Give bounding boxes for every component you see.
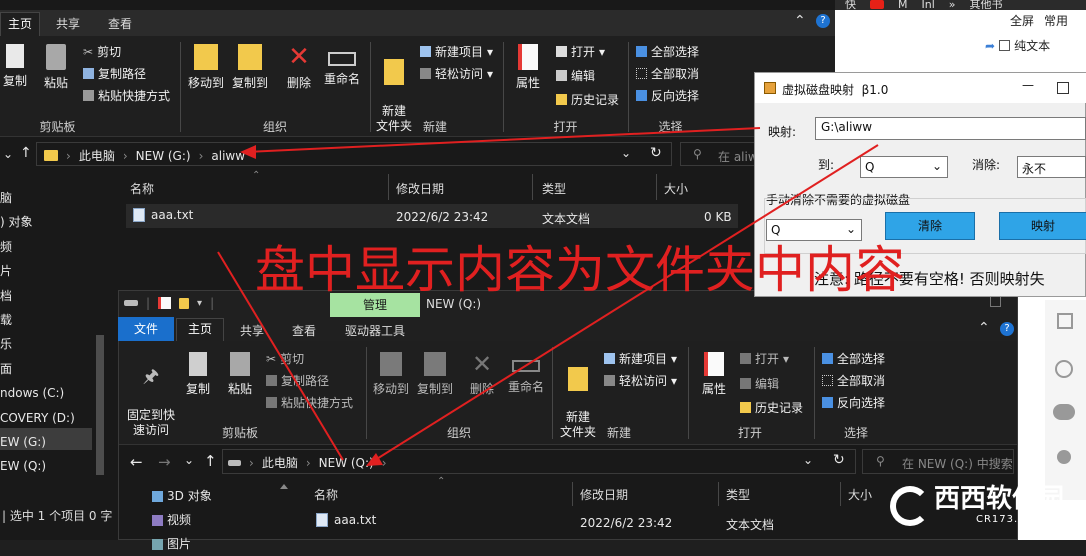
arrow-line-to-q-drive: [371, 144, 879, 463]
arrowhead: [366, 453, 383, 466]
watermark-brand: 西西软件园: [934, 484, 1065, 514]
picture-icon: [152, 538, 163, 550]
watermark-url: CR173.COM: [976, 514, 1045, 525]
arrowhead: [240, 145, 256, 159]
logo-c-icon: [890, 486, 930, 526]
arrow-line-to-address: [245, 127, 761, 153]
annotation-text: 盘中显示内容为文件夹中内容: [255, 241, 905, 299]
watermark-logo: 西西软件园 CR173.COM: [890, 484, 1066, 528]
